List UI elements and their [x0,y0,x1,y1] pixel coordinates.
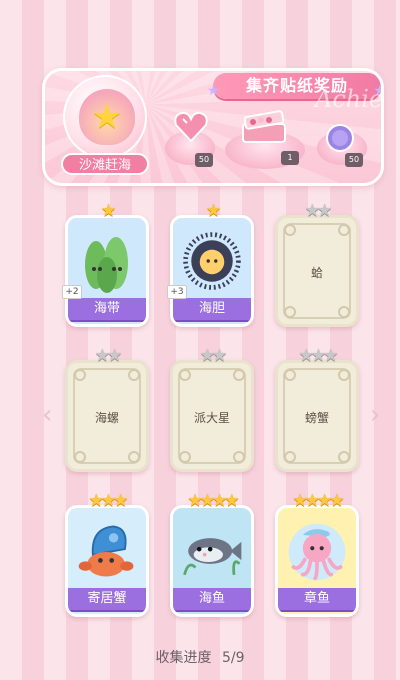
hermit-crab-icon [74,514,140,588]
frame-corner [128,451,140,463]
card-stars: ★ [170,201,254,221]
card-name: 蛤 [310,266,323,280]
gray-star-icon: ★ [94,346,110,366]
gold-star-icon: ★ [205,201,221,221]
purple-coin-icon[interactable] [323,123,357,153]
frame-corner [338,451,350,463]
gold-star-icon: ★ [317,491,332,511]
gray-star-icon: ★ [317,201,332,221]
frame-corner [338,306,350,318]
gold-star-icon: ★ [292,491,308,511]
card-frame-locked: 螃蟹 [275,360,359,472]
frame-corner [233,369,245,381]
pink-heart-gem-icon[interactable] [171,109,211,145]
sea-fish-icon [179,514,245,588]
frame-corner [128,369,140,381]
sparkle-star-icon: ★ [207,83,221,99]
card-frame: 章鱼 [275,505,359,617]
reward-count: 1 [281,151,299,165]
frame-corner [284,224,296,236]
reward-count: 50 [195,153,213,167]
progress-label: 收集进度 [155,650,212,666]
card-name: 海带 [68,298,146,320]
gold-star-icon: ★ [187,491,203,511]
octopus-icon [284,514,350,588]
seaweed-icon [74,224,140,298]
sticker-card-crab-locked[interactable]: 螃蟹 ★★★ [275,346,359,472]
gray-star-icon: ★ [199,346,215,366]
gold-star-icon: ★ [304,491,320,511]
card-name: 章鱼 [278,588,356,610]
sticker-card-clam-locked[interactable]: 蛤 ★★ [275,201,359,327]
card-frame: 海鱼 [170,505,254,617]
collection-progress: 收集进度 5/9 [0,647,400,667]
sticker-card-seaweed[interactable]: 海带 ★ +2 [62,201,149,327]
card-name: 海胆 [173,298,251,320]
gold-star-icon: ★ [100,201,116,221]
progress-value: 5/9 [221,650,245,666]
card-frame-locked: 派大星 [170,360,254,472]
conch-shell-icon[interactable]: ★ [63,75,147,159]
card-stars: ★★★ [65,491,149,511]
gray-star-icon: ★ [310,346,326,366]
card-stars: ★★ [170,346,254,366]
banner-script-text: Achieem [315,85,384,113]
card-frame-locked: 蛤 [275,215,359,327]
sticker-card-octopus[interactable]: 章鱼 ★★★★ [275,491,359,617]
duplicate-count: +3 [167,285,187,299]
frame-corner [284,451,296,463]
gold-star-icon: ★ [212,491,227,511]
card-stars: ★★ [275,201,359,221]
frame-corner [74,369,86,381]
gray-star-icon: ★ [323,346,338,366]
gold-star-icon: ★ [224,491,239,511]
card-name: 海鱼 [173,588,251,610]
card-frame-locked: 海螺 [65,360,149,472]
frame-corner [233,451,245,463]
card-name: 派大星 [193,411,230,425]
sticker-card-sea-fish[interactable]: 海鱼 ★★★★ [170,491,254,617]
gray-star-icon: ★ [298,346,314,366]
prev-page-button[interactable]: ‹ [42,400,52,430]
gold-star-icon: ★ [88,491,104,511]
gold-star-icon: ★ [329,491,344,511]
gray-star-icon: ★ [212,346,227,366]
frame-corner [179,451,191,463]
frame-corner [74,451,86,463]
card-frame: 寄居蟹 [65,505,149,617]
frame-corner [179,369,191,381]
frame-corner [338,369,350,381]
card-stars: ★★★★ [275,491,359,511]
starfish-icon: ★ [91,97,123,137]
shell-label: 沙滩赶海 [61,153,149,175]
frame-corner [284,369,296,381]
sticker-card-conch-locked[interactable]: 海螺 ★★ [65,346,149,472]
card-frame: 海带 [65,215,149,327]
sticker-card-sea-urchin[interactable]: 海胆 ★ +3 [167,201,254,327]
sticker-card-patrick-locked[interactable]: 派大星 ★★ [170,346,254,472]
card-stars: ★★ [65,346,149,366]
duplicate-count: +2 [62,285,82,299]
frame-corner [284,306,296,318]
gray-star-icon: ★ [304,201,320,221]
card-name: 螃蟹 [304,411,329,425]
treasure-box-icon[interactable] [239,109,289,147]
next-page-button[interactable]: › [370,400,380,430]
card-stars: ★★★ [275,346,359,366]
gray-star-icon: ★ [107,346,122,366]
card-stars: ★ [65,201,149,221]
card-frame: 海胆 [170,215,254,327]
card-stars: ★★★★ [170,491,254,511]
sea-urchin-icon [179,224,245,298]
gold-star-icon: ★ [100,491,116,511]
card-name: 海螺 [94,411,119,425]
reward-banner: ★ 集齐贴纸奖励 ★ Achieem ★ 沙滩赶海 50 1 50 [42,68,384,186]
card-name: 寄居蟹 [68,588,146,610]
gold-star-icon: ★ [199,491,215,511]
sticker-card-hermit-crab[interactable]: 寄居蟹 ★★★ [65,491,149,617]
frame-corner [338,224,350,236]
reward-count: 50 [345,153,363,167]
gold-star-icon: ★ [113,491,128,511]
